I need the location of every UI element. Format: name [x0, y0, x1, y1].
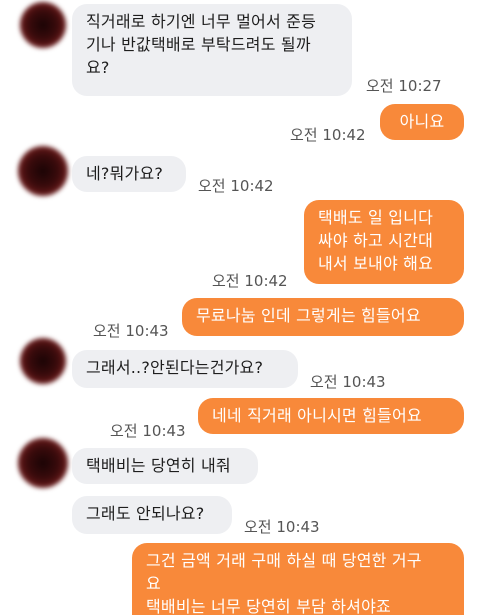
incoming-message[interactable]: 그래도 안되나요? [72, 496, 232, 534]
message-timestamp: 오전 10:43 [110, 422, 186, 440]
avatar[interactable] [20, 338, 66, 384]
message-timestamp: 오전 10:27 [366, 77, 442, 95]
message-timestamp: 오전 10:43 [244, 518, 320, 536]
avatar[interactable] [20, 2, 66, 48]
message-timestamp: 오전 10:42 [290, 126, 366, 144]
incoming-message[interactable]: 직거래로 하기엔 너무 멀어서 준등 기나 반값택배로 부탁드려도 될까 요? [72, 4, 352, 96]
message-timestamp: 오전 10:42 [212, 272, 288, 290]
incoming-message[interactable]: 그래서..?안된다는건가요? [72, 350, 298, 388]
incoming-message[interactable]: 네?뭐가요? [72, 156, 186, 192]
outgoing-message[interactable]: 무료나눔 인데 그렇게는 힘들어요 [182, 298, 464, 336]
message-timestamp: 오전 10:43 [310, 373, 386, 391]
outgoing-message[interactable]: 그건 금액 거래 구매 하실 때 당연한 거구 요 택배비는 너무 당연히 부담… [132, 543, 464, 615]
outgoing-message[interactable]: 아니요 [380, 104, 464, 140]
message-timestamp: 오전 10:43 [93, 322, 169, 340]
message-timestamp: 오전 10:42 [198, 177, 274, 195]
avatar[interactable] [18, 438, 68, 488]
chat-screen: { "messages": [ {"side": "in", "text": "… [0, 0, 480, 615]
outgoing-message[interactable]: 택배도 일 입니다 싸야 하고 시간대 내서 보내야 해요 [304, 200, 464, 284]
outgoing-message[interactable]: 네네 직거래 아니시면 힘들어요 [198, 398, 464, 434]
incoming-message[interactable]: 택배비는 당연히 내줘 [72, 448, 258, 484]
avatar[interactable] [18, 146, 68, 196]
